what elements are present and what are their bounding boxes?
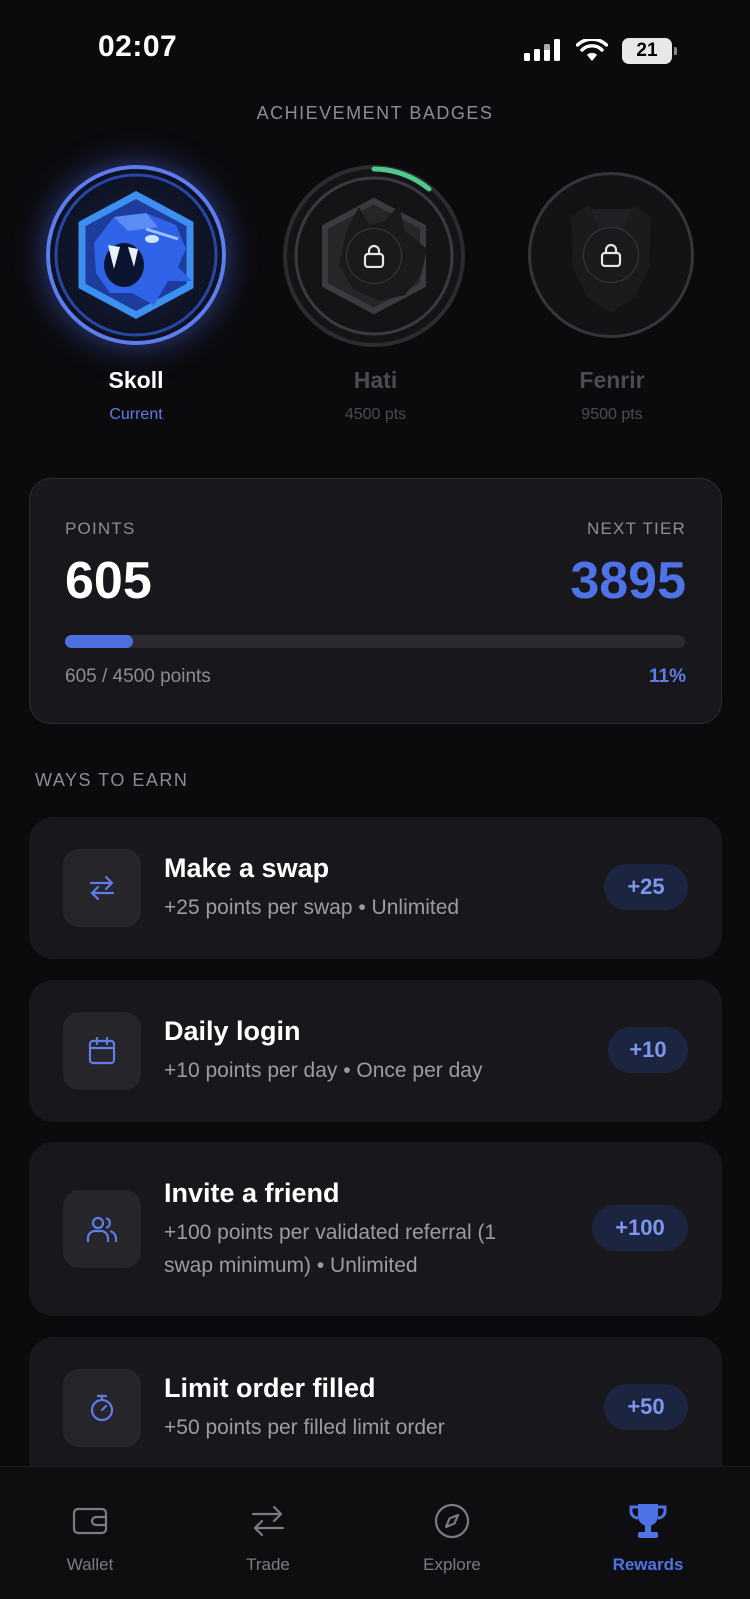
badge-skoll-ring <box>46 165 226 345</box>
earn-item-limit-order[interactable]: Limit order filled +50 points per filled… <box>29 1337 722 1487</box>
earn-icon-box <box>63 849 141 927</box>
badge-fenrir[interactable]: Fenrir 9500 pts <box>528 172 696 425</box>
stopwatch-icon <box>90 1394 114 1422</box>
earn-reward-badge: +25 <box>604 864 688 910</box>
wifi-icon <box>576 39 608 61</box>
earn-icon-box <box>63 1012 141 1090</box>
earn-description-line2: swap minimum) • Unlimited <box>164 1254 418 1277</box>
nav-explore[interactable]: Explore <box>377 1467 527 1599</box>
earn-item-swap[interactable]: Make a swap +25 points per swap • Unlimi… <box>29 817 722 959</box>
earn-title: Invite a friend <box>164 1178 340 1208</box>
achievement-badges-heading: ACHIEVEMENT BADGES <box>256 103 494 123</box>
swap-arrows-icon <box>89 875 115 901</box>
badge-skoll-status: Current <box>109 406 163 423</box>
ways-to-earn-heading: WAYS TO EARN <box>35 770 189 790</box>
earn-title: Make a swap <box>164 853 330 883</box>
compass-icon <box>432 1501 472 1541</box>
points-card: POINTS 605 NEXT TIER 3895 605 / 4500 poi… <box>29 478 722 724</box>
battery-indicator: 21 <box>622 38 677 64</box>
cellular-signal-icon <box>524 39 560 61</box>
badge-fenrir-name: Fenrir <box>579 367 645 393</box>
points-value: 605 <box>65 552 152 610</box>
nav-label: Trade <box>246 1555 290 1574</box>
badge-skoll-name: Skoll <box>108 367 164 393</box>
points-progress-percent: 11% <box>649 666 686 687</box>
earn-description-line1: +100 points per validated referral (1 <box>164 1221 497 1244</box>
next-tier-label: NEXT TIER <box>587 519 686 538</box>
lock-icon <box>600 243 622 267</box>
users-icon <box>86 1216 118 1243</box>
badge-fenrir-ring <box>528 172 694 338</box>
points-progress-fill <box>65 635 134 648</box>
nav-trade[interactable]: Trade <box>193 1467 343 1599</box>
badge-hati[interactable]: Hati 4500 pts <box>283 165 468 425</box>
earn-title: Limit order filled <box>164 1373 376 1403</box>
nav-label: Explore <box>423 1555 481 1574</box>
points-progress-text: 605 / 4500 points <box>65 666 211 687</box>
badge-fenrir-points: 9500 pts <box>581 406 643 423</box>
wallet-icon <box>70 1501 110 1541</box>
trophy-icon <box>628 1501 668 1541</box>
status-bar: 02:07 21 <box>0 0 750 100</box>
badge-hati-ring <box>283 165 465 347</box>
earn-description: +10 points per day • Once per day <box>164 1059 483 1082</box>
earn-icon-box <box>63 1369 141 1447</box>
badge-skoll[interactable]: Skoll Current <box>46 165 226 425</box>
wolf-skoll-icon <box>54 173 218 337</box>
lock-icon <box>363 244 385 268</box>
hati-lock-badge <box>346 228 402 284</box>
earn-description: +25 points per swap • Unlimited <box>164 896 460 919</box>
next-tier-value: 3895 <box>570 552 686 610</box>
earn-description: +50 points per filled limit order <box>164 1416 445 1439</box>
nav-label: Wallet <box>66 1555 114 1574</box>
transfer-arrows-icon <box>248 1501 288 1541</box>
calendar-icon <box>88 1036 116 1065</box>
nav-rewards[interactable]: Rewards <box>573 1467 723 1599</box>
earn-item-invite-friend[interactable]: Invite a friend +100 points per validate… <box>29 1142 722 1316</box>
nav-wallet[interactable]: Wallet <box>15 1467 165 1599</box>
status-time: 02:07 <box>98 30 178 63</box>
points-label: POINTS <box>65 519 136 538</box>
points-progress-bar <box>65 635 685 648</box>
bottom-nav: Wallet Trade Explore Rewards <box>0 1466 750 1599</box>
nav-label: Rewards <box>612 1555 684 1574</box>
earn-reward-badge: +100 <box>592 1205 688 1251</box>
earn-item-daily-login[interactable]: Daily login +10 points per day • Once pe… <box>29 980 722 1122</box>
earn-reward-badge: +50 <box>604 1384 688 1430</box>
fenrir-lock-badge <box>583 227 639 283</box>
status-icons: 21 <box>524 38 677 64</box>
earn-reward-badge: +10 <box>608 1027 688 1073</box>
earn-title: Daily login <box>164 1016 301 1046</box>
earn-icon-box <box>63 1190 141 1268</box>
badge-hati-name: Hati <box>353 367 398 393</box>
badge-hati-points: 4500 pts <box>344 406 407 423</box>
